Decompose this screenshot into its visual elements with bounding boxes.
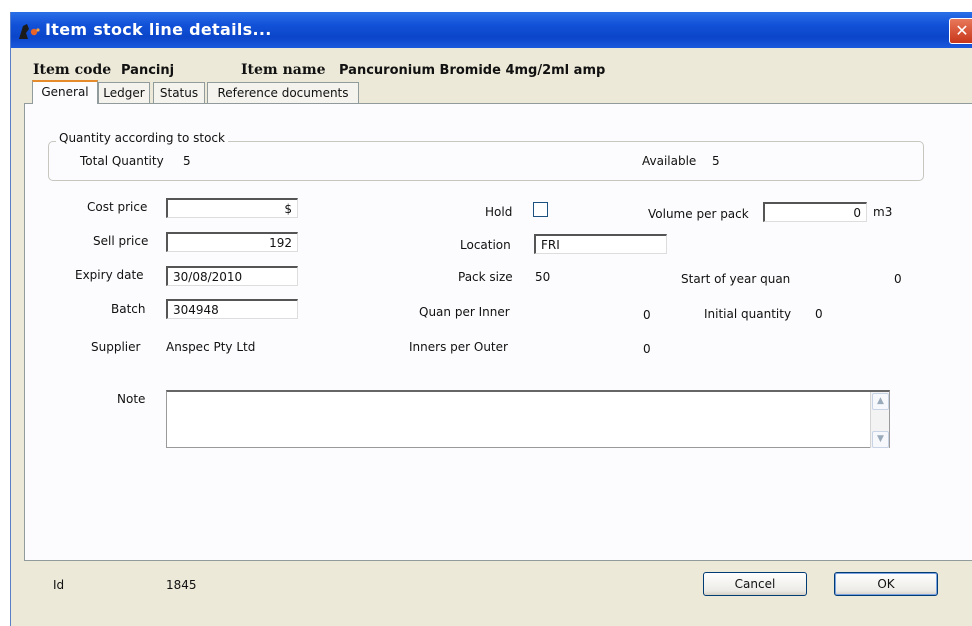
quan-per-inner-label: Quan per Inner xyxy=(419,305,510,319)
start-of-year-quan-value: 0 xyxy=(894,272,902,286)
cost-price-input[interactable]: $ xyxy=(166,198,298,218)
total-quantity-value: 5 xyxy=(183,154,191,168)
close-icon: ✕ xyxy=(955,21,969,40)
window-title: Item stock line details... xyxy=(45,20,272,39)
item-name-label: Item name xyxy=(241,62,326,78)
expiry-date-input[interactable]: 30/08/2010 xyxy=(166,266,298,286)
note-scrollbar[interactable]: ▲ ▼ xyxy=(870,392,889,448)
sell-price-input[interactable]: 192 xyxy=(166,232,298,252)
batch-label: Batch xyxy=(111,302,146,316)
scroll-down-icon[interactable]: ▼ xyxy=(872,431,889,448)
hold-label: Hold xyxy=(485,205,513,219)
title-bar[interactable]: Item stock line details... ✕ xyxy=(11,12,972,48)
note-label: Note xyxy=(117,392,146,406)
start-of-year-quan-label: Start of year quan xyxy=(681,272,791,286)
hold-checkbox[interactable] xyxy=(533,202,548,217)
initial-quantity-label: Initial quantity xyxy=(704,307,792,321)
tab-status[interactable]: Status xyxy=(153,82,205,103)
close-button[interactable]: ✕ xyxy=(949,18,972,44)
item-code-value: Pancinj xyxy=(121,63,175,78)
item-code-label: Item code xyxy=(33,62,112,78)
inners-per-outer-label: Inners per Outer xyxy=(409,340,508,354)
note-textarea[interactable]: ▲ ▼ xyxy=(166,390,890,448)
cancel-button[interactable]: Cancel xyxy=(703,572,807,596)
quantity-group-legend: Quantity according to stock xyxy=(56,131,228,145)
item-name-value: Pancuronium Bromide 4mg/2ml amp xyxy=(339,63,606,78)
location-input[interactable]: FRI xyxy=(534,234,667,254)
pack-size-value: 50 xyxy=(535,270,551,284)
id-label: Id xyxy=(53,578,65,592)
inners-per-outer-value: 0 xyxy=(643,342,651,356)
location-label: Location xyxy=(460,238,511,252)
volume-unit: m3 xyxy=(873,205,893,219)
supplier-value: Anspec Pty Ltd xyxy=(166,340,256,354)
volume-per-pack-label: Volume per pack xyxy=(648,207,749,221)
ok-button[interactable]: OK xyxy=(834,572,938,596)
id-value: 1845 xyxy=(166,578,197,592)
tab-reference-documents[interactable]: Reference documents xyxy=(207,82,359,103)
sell-price-label: Sell price xyxy=(93,234,149,248)
available-label: Available xyxy=(642,154,697,168)
available-value: 5 xyxy=(712,154,720,168)
initial-quantity-value: 0 xyxy=(815,307,823,321)
cost-price-label: Cost price xyxy=(87,200,148,214)
pack-size-label: Pack size xyxy=(458,270,513,284)
supplier-label: Supplier xyxy=(91,340,141,354)
volume-per-pack-input[interactable]: 0 xyxy=(763,202,867,222)
scroll-up-icon[interactable]: ▲ xyxy=(872,393,889,410)
quan-per-inner-value: 0 xyxy=(643,308,651,322)
tab-general[interactable]: General xyxy=(32,80,98,104)
tab-ledger[interactable]: Ledger xyxy=(98,82,150,103)
expiry-date-label: Expiry date xyxy=(75,268,144,282)
quantity-group-box xyxy=(48,141,924,181)
app-icon xyxy=(16,21,42,44)
batch-input[interactable]: 304948 xyxy=(166,299,298,319)
total-quantity-label: Total Quantity xyxy=(80,154,164,168)
